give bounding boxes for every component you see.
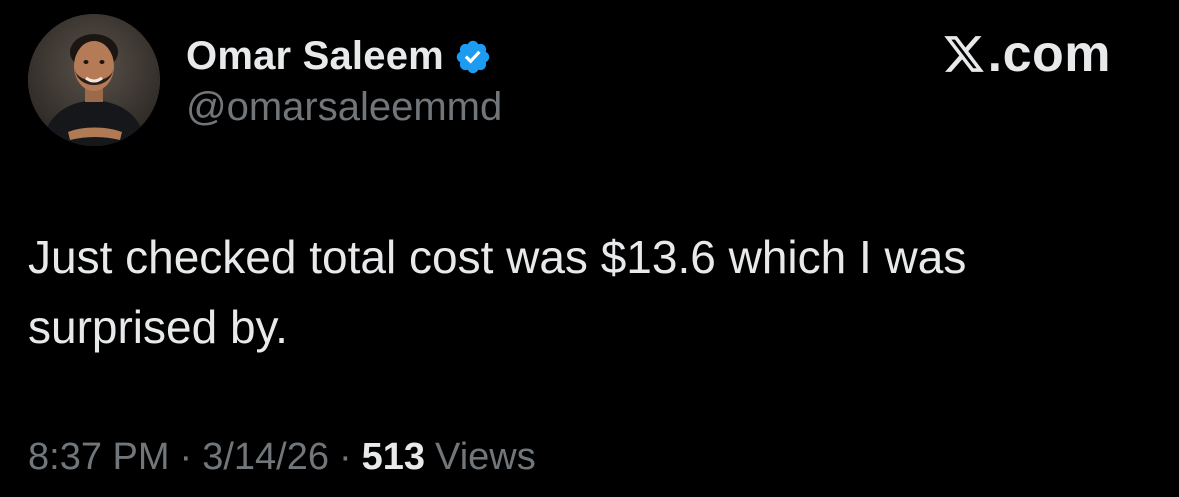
avatar[interactable] [28,14,160,146]
author-handle[interactable]: @omarsaleemmd [186,85,502,130]
views-count: 513 [361,436,426,478]
brand-watermark: .com [942,25,1111,83]
author-identity: Omar Saleem @omarsaleemmd [186,31,502,130]
tweet-time[interactable]: 8:37 PM [28,436,170,479]
meta-separator: · [338,436,352,478]
author-display-name[interactable]: Omar Saleem [186,34,444,79]
views-label: Views [435,436,536,478]
meta-separator: · [179,436,193,478]
avatar-image [28,14,160,146]
tweet-card: Omar Saleem @omarsaleemmd .com Just chec… [0,0,1179,497]
brand-label: .com [987,25,1111,83]
tweet-text: Just checked total cost was $13.6 which … [28,231,980,353]
name-row: Omar Saleem [186,31,502,83]
tweet-meta: 8:37 PM · 3/14/26 · 513 Views [28,436,536,479]
tweet-header: Omar Saleem @omarsaleemmd [28,14,502,146]
tweet-date[interactable]: 3/14/26 [202,436,329,479]
x-logo-icon [942,31,986,77]
verified-badge-icon [454,38,492,76]
